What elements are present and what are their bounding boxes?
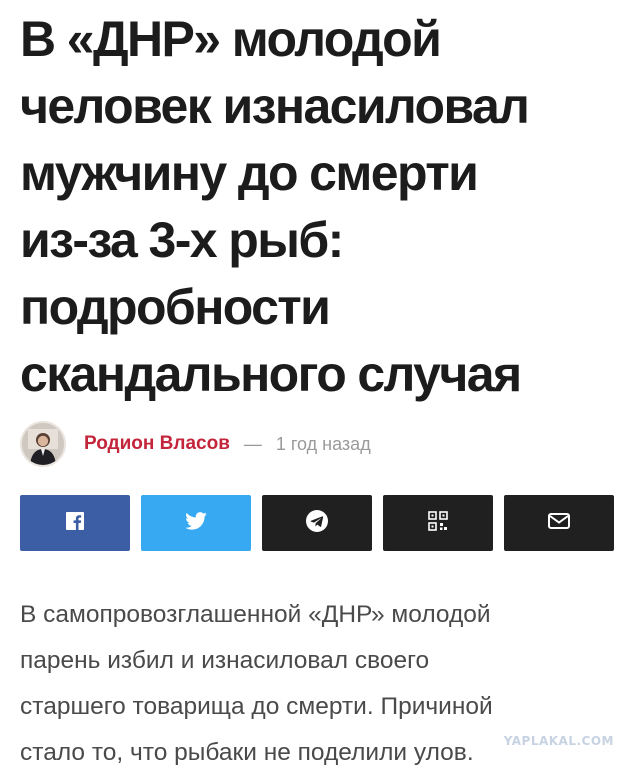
author-avatar[interactable] (20, 421, 66, 467)
lead-line: В самопровозглашенной «ДНР» молодой (20, 601, 491, 628)
lead-line: парень избил и изнасиловал своего (20, 647, 430, 674)
facebook-icon (66, 511, 84, 535)
headline-line: В «ДНР» молодой (20, 11, 442, 67)
share-twitter-button[interactable] (141, 495, 251, 551)
headline-line: скандального случая (20, 346, 522, 402)
publish-time: 1 год назад (275, 433, 371, 454)
author-name[interactable]: Родион Власов (84, 433, 230, 455)
headline-line: подробности (20, 279, 331, 335)
headline-line: мужчину до смерти (20, 145, 479, 201)
share-facebook-button[interactable] (20, 495, 130, 551)
share-qr-button[interactable] (383, 495, 493, 551)
article-meta: Родион Власов — 1 год назад (20, 418, 371, 470)
article-headline: В «ДНР» молодой человек изнасиловал мужч… (20, 6, 620, 408)
share-telegram-button[interactable] (262, 495, 372, 551)
qr-code-icon (428, 510, 448, 536)
twitter-bird-icon (185, 511, 207, 535)
meta-separator: — (243, 433, 262, 454)
lead-line: старшего товарища до смерти. Причиной (20, 693, 493, 720)
share-email-button[interactable] (504, 495, 614, 551)
headline-line: человек изнасиловал (20, 78, 530, 134)
site-watermark: YAPLAKAL.COM (503, 734, 614, 748)
envelope-icon (548, 512, 570, 534)
article-lead: В самопровозглашенной «ДНР» молодой паре… (20, 592, 620, 776)
lead-line: стало то, что рыбаки не поделили улов. (20, 739, 474, 766)
headline-line: из-за 3-х рыб: (20, 212, 344, 268)
share-bar (20, 495, 614, 551)
telegram-icon (306, 509, 328, 537)
